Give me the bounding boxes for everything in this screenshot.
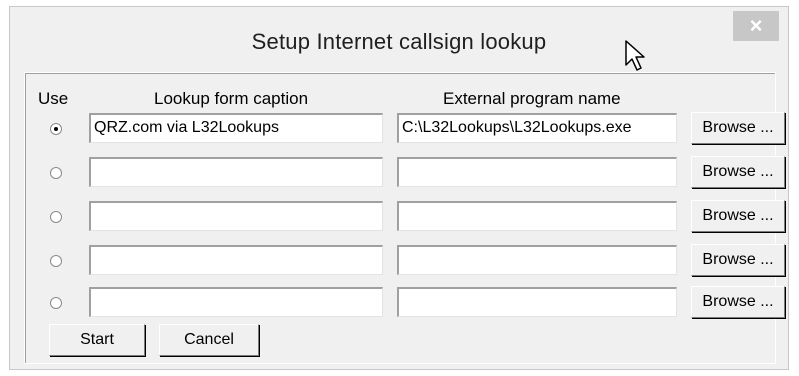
browse-button-4[interactable]: Browse ... (691, 244, 785, 276)
column-header-use: Use (38, 89, 69, 108)
column-header-program: External program name (443, 89, 621, 108)
browse-button-5[interactable]: Browse ... (691, 286, 785, 318)
use-radio-1[interactable] (50, 123, 62, 135)
caption-field-3[interactable] (89, 201, 383, 231)
close-button[interactable]: × (733, 11, 779, 41)
dialog-title: Setup Internet callsign lookup (251, 29, 547, 54)
cancel-button[interactable]: Cancel (159, 324, 259, 356)
use-radio-5[interactable] (50, 297, 62, 309)
caption-field-4[interactable] (89, 245, 383, 275)
browse-button-3[interactable]: Browse ... (691, 200, 785, 232)
program-field-1[interactable]: C:\L32Lookups\L32Lookups.exe (397, 113, 677, 143)
dialog-window: Setup Internet callsign lookup × Use Loo… (9, 6, 789, 370)
use-radio-3[interactable] (50, 211, 62, 223)
caption-field-2[interactable] (89, 157, 383, 187)
title-bar[interactable]: Setup Internet callsign lookup × (10, 7, 788, 69)
mouse-pointer-icon (625, 40, 645, 71)
browse-button-2[interactable]: Browse ... (691, 156, 785, 188)
program-field-5[interactable] (397, 287, 677, 317)
use-radio-2[interactable] (50, 167, 62, 179)
caption-field-1[interactable]: QRZ.com via L32Lookups (89, 113, 383, 143)
caption-field-5[interactable] (89, 287, 383, 317)
use-radio-4[interactable] (50, 255, 62, 267)
program-field-3[interactable] (397, 201, 677, 231)
client-area: Use Lookup form caption External program… (24, 72, 785, 364)
program-field-2[interactable] (397, 157, 677, 187)
start-button[interactable]: Start (49, 324, 145, 356)
browse-button-1[interactable]: Browse ... (691, 112, 785, 144)
program-field-4[interactable] (397, 245, 677, 275)
close-icon: × (749, 13, 763, 38)
column-header-caption: Lookup form caption (154, 89, 309, 108)
